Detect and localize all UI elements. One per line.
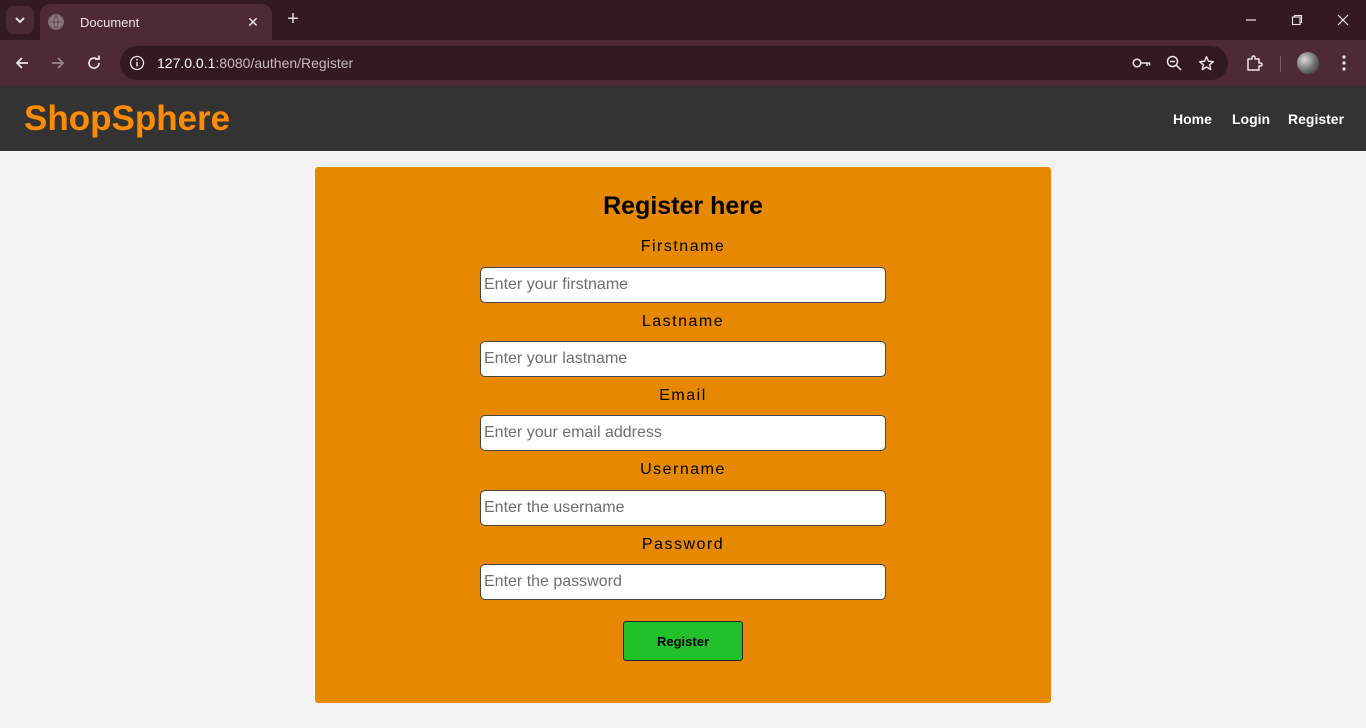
info-icon[interactable] [126, 52, 148, 74]
plus-icon[interactable]: + [282, 8, 304, 32]
tab-search-button[interactable] [6, 6, 34, 34]
lastname-label: Lastname [641, 313, 725, 330]
firstname-input[interactable] [480, 267, 886, 303]
password-input[interactable] [480, 564, 886, 600]
restore-icon[interactable] [1274, 8, 1320, 32]
browser-tab[interactable]: Document ✕ [40, 4, 272, 40]
toolbar-divider [1280, 56, 1281, 72]
close-window-icon[interactable] [1320, 8, 1366, 32]
key-icon[interactable] [1126, 49, 1158, 77]
address-bar[interactable]: 127.0.0.1:8080/authen/Register [120, 46, 1228, 80]
email-input[interactable] [480, 415, 886, 451]
minimize-icon[interactable] [1228, 8, 1274, 32]
register-submit-button[interactable]: Register [623, 621, 743, 661]
close-icon[interactable]: ✕ [244, 14, 262, 31]
lastname-input[interactable] [480, 341, 886, 377]
nav-link-home[interactable]: Home [1173, 111, 1212, 127]
register-form-card: Register here Firstname Lastname Email U… [315, 167, 1051, 703]
firstname-label: Firstname [640, 238, 726, 255]
nav-link-register[interactable]: Register [1288, 111, 1344, 127]
username-input[interactable] [480, 490, 886, 526]
browser-toolbar: 127.0.0.1:8080/authen/Register [0, 40, 1366, 86]
email-label: Email [659, 387, 707, 404]
reload-icon[interactable] [80, 49, 108, 77]
url-path: :8080/authen/Register [215, 55, 354, 71]
arrow-right-icon[interactable] [44, 49, 72, 77]
tab-title: Document [80, 14, 140, 30]
username-label: Username [640, 461, 726, 478]
site-logo[interactable]: ShopSphere [24, 99, 230, 139]
nav-link-login[interactable]: Login [1232, 111, 1270, 127]
kebab-menu-icon[interactable] [1330, 49, 1358, 77]
password-label: Password [641, 536, 725, 553]
url-text: 127.0.0.1:8080/authen/Register [157, 55, 1126, 71]
profile-avatar[interactable] [1297, 52, 1319, 74]
form-title: Register here [603, 192, 763, 220]
star-icon[interactable] [1190, 49, 1222, 77]
site-header: ShopSphere Home Login Register [0, 86, 1366, 151]
arrow-left-icon[interactable] [8, 49, 36, 77]
globe-icon [48, 14, 64, 30]
chevron-down-icon [15, 17, 25, 24]
zoom-out-icon[interactable] [1158, 49, 1190, 77]
browser-tab-bar: Document ✕ + [0, 0, 1366, 40]
puzzle-icon[interactable] [1240, 49, 1268, 77]
url-host: 127.0.0.1 [157, 55, 216, 71]
